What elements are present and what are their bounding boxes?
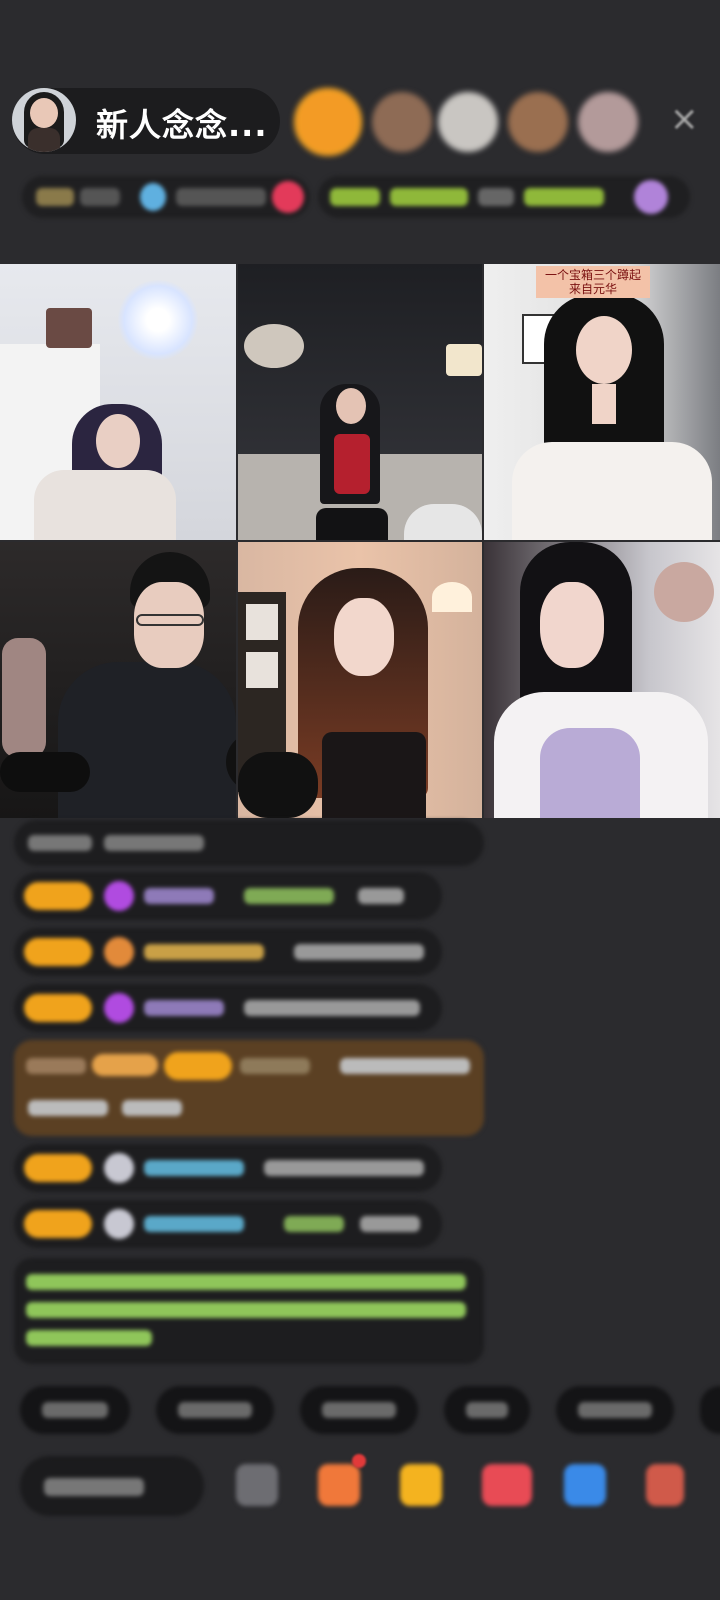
quick-reply[interactable]	[156, 1386, 274, 1434]
gift-icon[interactable]	[318, 1464, 360, 1506]
chat-message[interactable]	[14, 872, 442, 920]
host-avatar[interactable]	[12, 88, 76, 152]
viewer-avatar[interactable]	[578, 92, 638, 152]
quick-reply[interactable]	[700, 1386, 720, 1434]
overlay-caption: 一个宝箱三个蹲起 来自元华	[536, 266, 650, 298]
chat-message[interactable]	[14, 984, 442, 1032]
chat-icon[interactable]	[564, 1464, 606, 1506]
quick-reply[interactable]	[300, 1386, 418, 1434]
video-tile-1[interactable]	[0, 264, 236, 540]
tag-bar[interactable]	[318, 176, 690, 218]
gift-message[interactable]	[14, 1040, 484, 1136]
close-icon[interactable]: ×	[670, 102, 704, 136]
game-icon[interactable]	[482, 1464, 532, 1506]
chat-message[interactable]	[14, 928, 442, 976]
quick-reply[interactable]	[556, 1386, 674, 1434]
system-message	[14, 1258, 484, 1364]
notification-dot	[352, 1454, 366, 1468]
chat-message[interactable]	[14, 1144, 442, 1192]
info-bar[interactable]	[22, 176, 310, 218]
video-tile-5[interactable]	[238, 542, 482, 818]
quick-reply[interactable]	[20, 1386, 130, 1434]
viewer-avatar[interactable]	[508, 92, 568, 152]
emoji-icon[interactable]	[236, 1464, 278, 1506]
viewer-avatar[interactable]	[372, 92, 432, 152]
viewer-avatar[interactable]	[294, 88, 362, 156]
video-tile-4[interactable]	[0, 542, 236, 818]
box-icon[interactable]	[400, 1464, 442, 1506]
chat-message[interactable]	[14, 820, 484, 866]
video-tile-6[interactable]	[484, 542, 720, 818]
video-tile-3[interactable]: 一个宝箱三个蹲起 来自元华	[484, 264, 720, 540]
quick-reply[interactable]	[444, 1386, 530, 1434]
chat-message[interactable]	[14, 1200, 442, 1248]
more-icon[interactable]	[646, 1464, 684, 1506]
chat-input[interactable]	[20, 1456, 204, 1516]
video-tile-2[interactable]	[238, 264, 482, 540]
viewer-avatar[interactable]	[438, 92, 498, 152]
host-name[interactable]: 新人念念...	[96, 100, 267, 146]
